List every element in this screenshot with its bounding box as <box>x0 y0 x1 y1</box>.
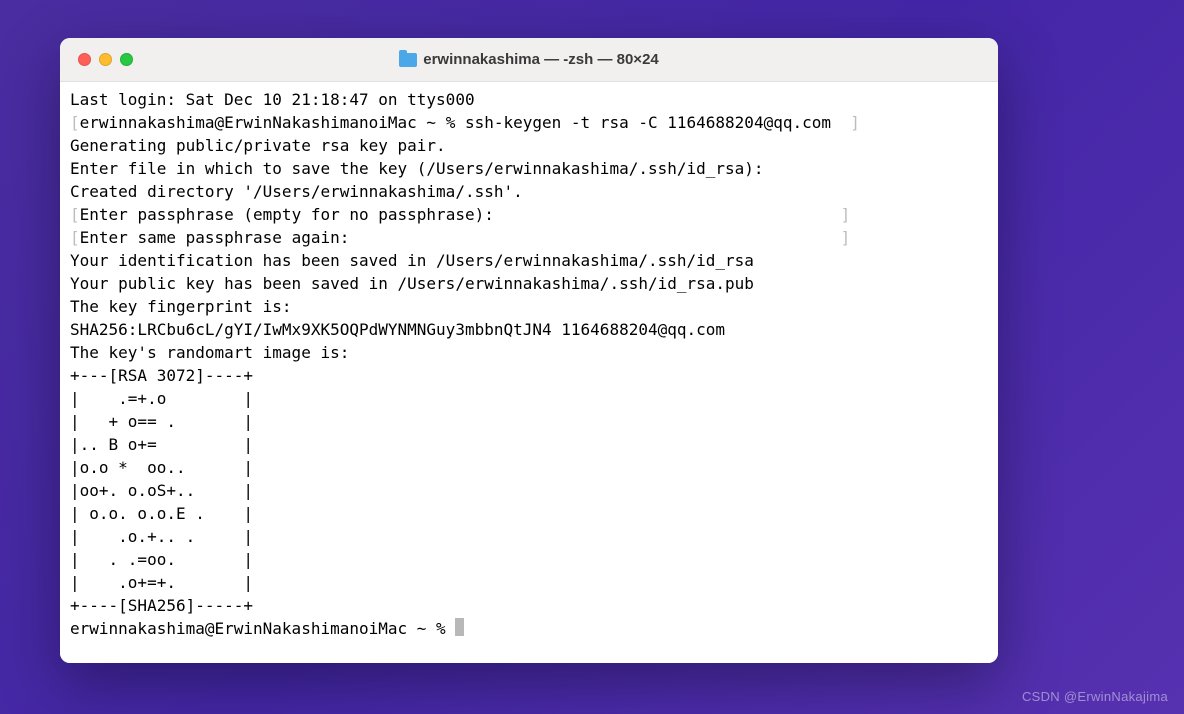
terminal-line: Your identification has been saved in /U… <box>70 249 988 272</box>
terminal-line: Generating public/private rsa key pair. <box>70 134 988 157</box>
terminal-line: erwinnakashima@ErwinNakashimanoiMac ~ % <box>70 617 988 640</box>
window-title: erwinnakashima — -zsh — 80×24 <box>423 51 659 68</box>
terminal-line: +----[SHA256]-----+ <box>70 594 988 617</box>
window-titlebar[interactable]: erwinnakashima — -zsh — 80×24 <box>60 38 998 82</box>
terminal-line: Created directory '/Users/erwinnakashima… <box>70 180 988 203</box>
terminal-text: erwinnakashima@ErwinNakashimanoiMac ~ % … <box>80 113 851 132</box>
terminal-line: |oo+. o.oS+.. | <box>70 479 988 502</box>
minimize-button[interactable] <box>99 53 112 66</box>
traffic-lights <box>60 53 133 66</box>
terminal-line: | + o== . | <box>70 410 988 433</box>
bracket-close: ] <box>841 228 851 247</box>
bracket-open: [ <box>70 228 80 247</box>
terminal-output[interactable]: Last login: Sat Dec 10 21:18:47 on ttys0… <box>60 82 998 663</box>
bracket-close: ] <box>850 113 860 132</box>
folder-icon <box>399 53 417 67</box>
watermark: CSDN @ErwinNakajima <box>1022 689 1168 704</box>
bracket-open: [ <box>70 205 80 224</box>
terminal-line: | o.o. o.o.E . | <box>70 502 988 525</box>
close-button[interactable] <box>78 53 91 66</box>
terminal-line: Your public key has been saved in /Users… <box>70 272 988 295</box>
terminal-line: SHA256:LRCbu6cL/gYI/IwMx9XK5OQPdWYNMNGuy… <box>70 318 988 341</box>
terminal-line: [Enter passphrase (empty for no passphra… <box>70 203 988 226</box>
terminal-line: Enter file in which to save the key (/Us… <box>70 157 988 180</box>
terminal-line: | .o+=+. | <box>70 571 988 594</box>
zoom-button[interactable] <box>120 53 133 66</box>
terminal-line: The key's randomart image is: <box>70 341 988 364</box>
terminal-cursor <box>455 618 464 636</box>
bracket-open: [ <box>70 113 80 132</box>
terminal-window: erwinnakashima — -zsh — 80×24 Last login… <box>60 38 998 663</box>
bracket-close: ] <box>841 205 851 224</box>
terminal-line: | .=+.o | <box>70 387 988 410</box>
terminal-line: | . .=oo. | <box>70 548 988 571</box>
terminal-line: +---[RSA 3072]----+ <box>70 364 988 387</box>
terminal-text: Enter same passphrase again: <box>80 228 841 247</box>
terminal-line: [erwinnakashima@ErwinNakashimanoiMac ~ %… <box>70 111 988 134</box>
terminal-line: | .o.+.. . | <box>70 525 988 548</box>
terminal-line: The key fingerprint is: <box>70 295 988 318</box>
terminal-line: |o.o * oo.. | <box>70 456 988 479</box>
terminal-text: Enter passphrase (empty for no passphras… <box>80 205 841 224</box>
terminal-line: [Enter same passphrase again: ] <box>70 226 988 249</box>
terminal-line: Last login: Sat Dec 10 21:18:47 on ttys0… <box>70 88 988 111</box>
terminal-line: |.. B o+= | <box>70 433 988 456</box>
title-center: erwinnakashima — -zsh — 80×24 <box>60 51 998 68</box>
